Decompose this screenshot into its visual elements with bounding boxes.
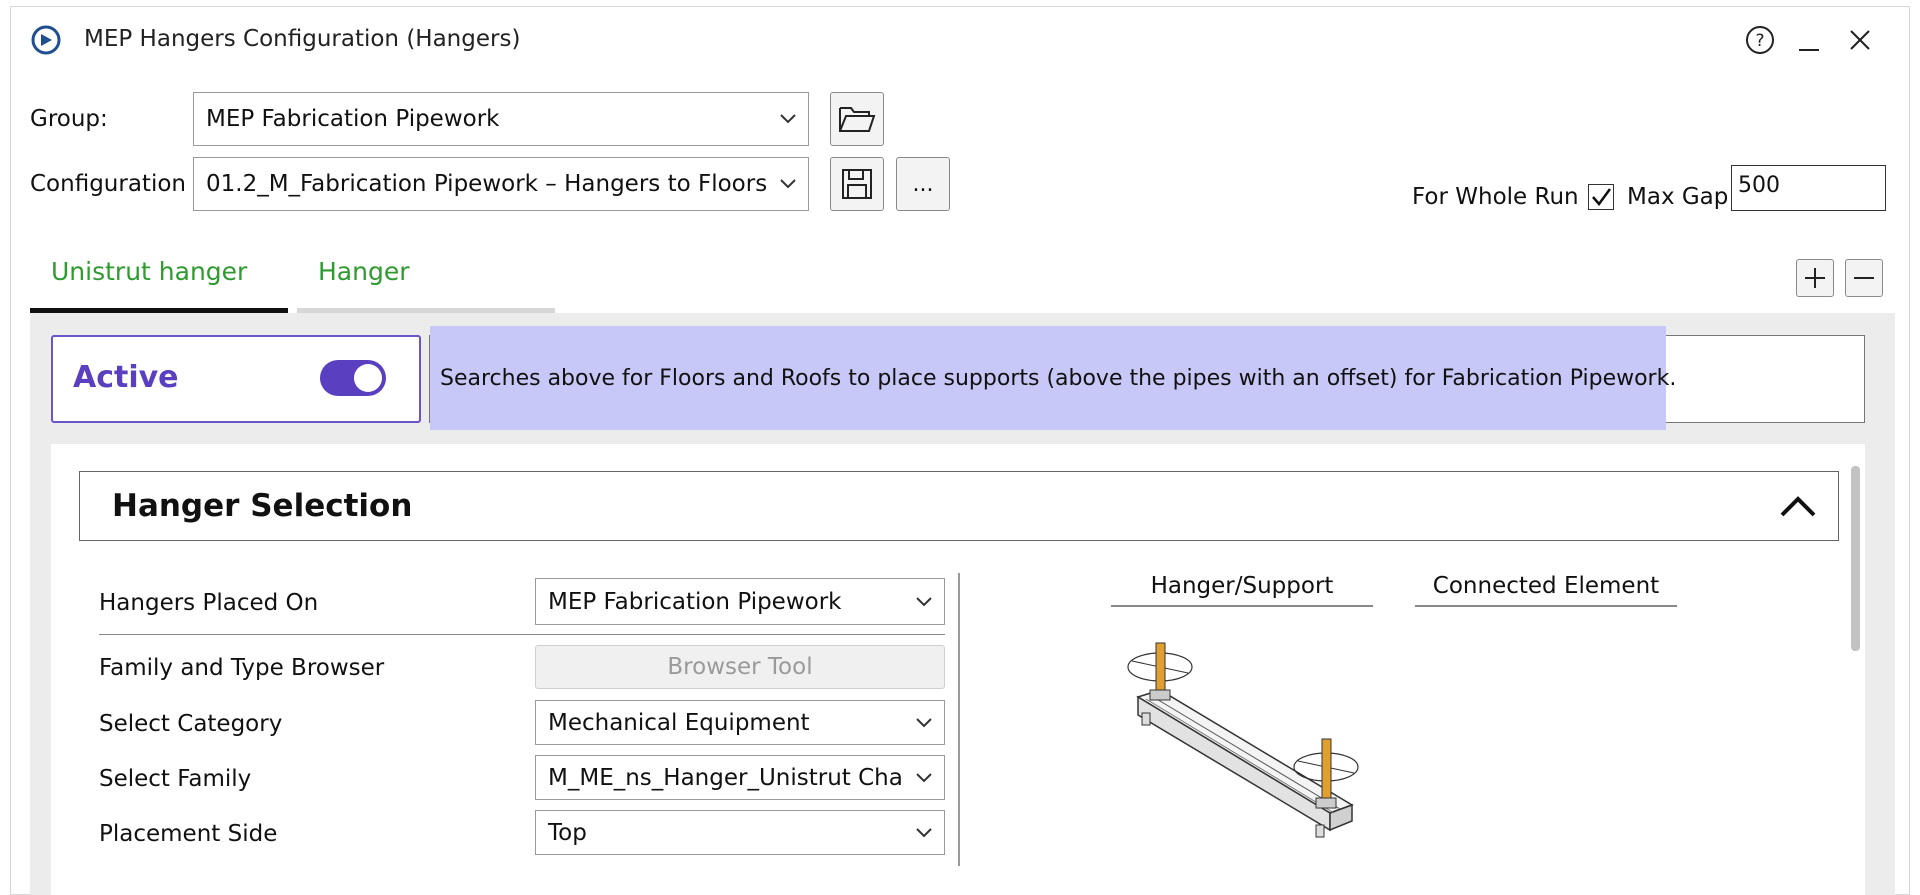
for-whole-run-label: For Whole Run	[1412, 184, 1579, 210]
rule-description-text: Searches above for Floors and Roofs to p…	[430, 326, 1676, 430]
chevron-down-icon	[768, 158, 808, 210]
add-tab-button[interactable]	[1796, 259, 1834, 297]
group-select-value: MEP Fabrication Pipework	[206, 106, 500, 132]
select-family-select[interactable]: M_ME_ns_Hanger_Unistrut Chan	[535, 755, 945, 800]
chevron-up-icon[interactable]	[1758, 494, 1838, 518]
configuration-label: Configuration	[30, 171, 186, 197]
max-gap-value: 500	[1738, 173, 1780, 198]
browser-tool-label: Browser Tool	[667, 654, 813, 680]
tab-unistrut-hanger[interactable]: Unistrut hanger	[51, 257, 247, 286]
hanger-support-header: Hanger/Support	[1111, 573, 1373, 607]
window-title: MEP Hangers Configuration (Hangers)	[84, 26, 521, 52]
help-icon[interactable]: ?	[1745, 25, 1775, 55]
for-whole-run-checkbox[interactable]	[1588, 184, 1614, 210]
more-options-label: ...	[912, 171, 934, 197]
max-gap-label: Max Gap	[1627, 184, 1729, 210]
chevron-down-icon	[904, 579, 944, 624]
close-icon[interactable]	[1848, 28, 1872, 52]
save-icon	[842, 169, 872, 199]
toggle-knob	[354, 364, 382, 392]
placed-on-label: Hangers Placed On	[99, 590, 319, 616]
minimize-icon[interactable]	[1797, 38, 1821, 52]
connected-element-header: Connected Element	[1415, 573, 1677, 607]
field-separator	[99, 634, 945, 635]
group-select[interactable]: MEP Fabrication Pipework	[193, 92, 809, 146]
save-button[interactable]	[830, 157, 884, 211]
chevron-down-icon	[904, 756, 944, 799]
plus-icon	[1805, 268, 1825, 288]
select-family-label: Select Family	[99, 766, 252, 792]
placement-side-label: Placement Side	[99, 821, 278, 847]
hanger-selection-header[interactable]: Hanger Selection	[79, 471, 1839, 541]
select-family-value: M_ME_ns_Hanger_Unistrut Chan	[548, 764, 904, 791]
folder-open-icon	[839, 107, 876, 132]
active-toggle-switch[interactable]	[320, 360, 386, 396]
group-label: Group:	[30, 106, 108, 132]
app-logo-icon	[30, 24, 62, 56]
tab-hanger[interactable]: Hanger	[318, 257, 410, 286]
more-options-button[interactable]: ...	[896, 157, 950, 211]
configuration-select-value: 01.2_M_Fabrication Pipework – Hangers to…	[206, 171, 768, 197]
family-type-browser-label: Family and Type Browser	[99, 655, 385, 681]
section-scrollbar[interactable]	[1851, 466, 1860, 651]
chevron-down-icon	[768, 93, 808, 145]
section-title: Hanger Selection	[112, 488, 413, 524]
configuration-select[interactable]: 01.2_M_Fabrication Pipework – Hangers to…	[193, 157, 809, 211]
select-category-select[interactable]: Mechanical Equipment	[535, 700, 945, 745]
open-folder-button[interactable]	[830, 92, 884, 146]
max-gap-input[interactable]: 500	[1731, 165, 1886, 211]
checkmark-icon	[1592, 188, 1612, 207]
chevron-down-icon	[904, 811, 944, 854]
placement-side-select[interactable]: Top	[535, 810, 945, 855]
remove-tab-button[interactable]	[1845, 259, 1883, 297]
column-divider	[958, 573, 960, 866]
placed-on-select[interactable]: MEP Fabrication Pipework	[535, 578, 945, 625]
browser-tool-button[interactable]: Browser Tool	[535, 645, 945, 689]
select-category-label: Select Category	[99, 711, 283, 737]
placement-side-value: Top	[548, 819, 587, 846]
active-label: Active	[73, 360, 179, 395]
chevron-down-icon	[904, 701, 944, 744]
select-category-value: Mechanical Equipment	[548, 709, 810, 736]
svg-text:?: ?	[1755, 31, 1764, 51]
placed-on-value: MEP Fabrication Pipework	[548, 588, 842, 615]
minus-icon	[1854, 277, 1874, 279]
hanger-preview-image	[1120, 635, 1360, 850]
